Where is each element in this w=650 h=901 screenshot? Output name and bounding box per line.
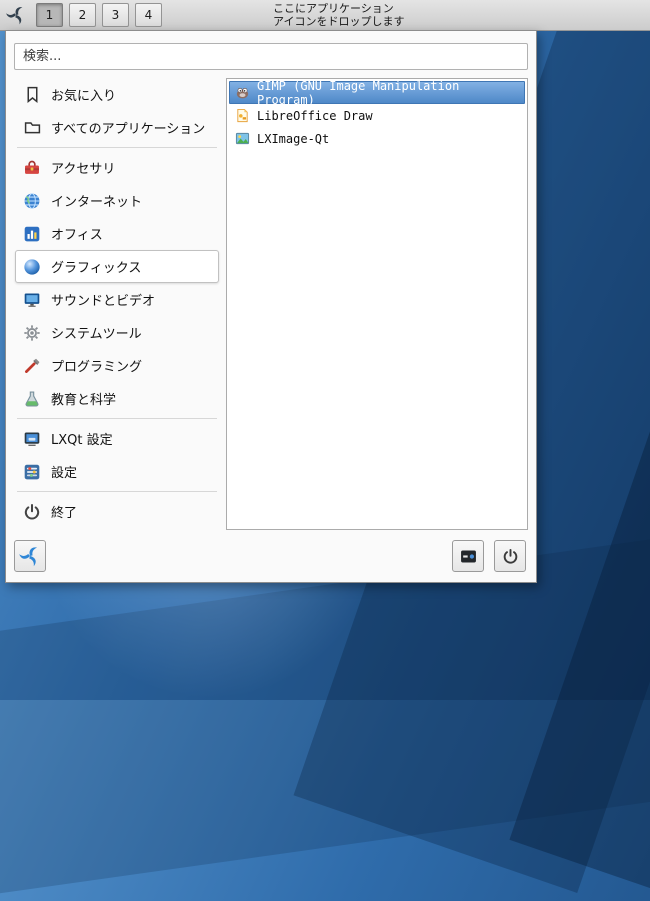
sidebar-item-education-science[interactable]: 教育と科学: [15, 382, 219, 415]
session-buttons: [452, 540, 526, 572]
quicklaunch-drop-hint[interactable]: ここにアプリケーション アイコンをドロップします: [273, 2, 404, 28]
drop-hint-line2: アイコンをドロップします: [273, 15, 405, 28]
app-item-gimp[interactable]: GIMP (GNU Image Manipulation Program): [229, 78, 525, 107]
sidebar-item-label: プログラミング: [51, 360, 143, 375]
sidebar-item-all-applications[interactable]: すべてのアプリケーション: [15, 111, 219, 144]
sidebar-item-label: インターネット: [51, 195, 143, 210]
globe-icon: [22, 191, 42, 211]
sidebar-item-internet[interactable]: インターネット: [15, 184, 219, 217]
app-item-label: LXImage-Qt: [257, 131, 330, 146]
lxqt-menu-button[interactable]: [3, 2, 29, 28]
sidebar-item-label: すべてのアプリケーション: [51, 122, 206, 137]
sidebar-item-settings[interactable]: 設定: [15, 455, 219, 488]
sidebar-item-label: システムツール: [51, 327, 142, 342]
sidebar-item-label: 終了: [51, 506, 78, 521]
menu-footer: [14, 538, 528, 574]
toolbox-icon: [22, 158, 42, 178]
workspace-button-4[interactable]: 4: [135, 3, 162, 27]
lximage-icon: [234, 131, 250, 147]
workspace-button-1[interactable]: 1: [36, 3, 63, 27]
app-item-label: LibreOffice Draw: [257, 108, 373, 123]
application-list: GIMP (GNU Image Manipulation Program) Li…: [226, 78, 528, 530]
power-button[interactable]: [494, 540, 526, 572]
sidebar-separator: [17, 491, 217, 492]
lxqt-logo-icon: [6, 7, 23, 25]
settings-icon: [22, 462, 42, 482]
top-panel: 1 2 3 4 ここにアプリケーション アイコンをドロップします: [0, 0, 650, 31]
power-icon: [22, 502, 42, 522]
workspace-button-3[interactable]: 3: [102, 3, 129, 27]
sidebar-item-system-tools[interactable]: システムツール: [15, 316, 219, 349]
app-item-label: GIMP (GNU Image Manipulation Program): [257, 78, 460, 107]
sidebar-item-label: LXQt 設定: [51, 433, 113, 448]
drop-hint-line1: ここにアプリケーション: [273, 2, 394, 15]
sidebar-item-label: オフィス: [51, 228, 103, 243]
tools-icon: [22, 356, 42, 376]
sidebar-item-label: お気に入り: [51, 89, 117, 104]
sidebar-item-accessories[interactable]: アクセサリ: [15, 151, 219, 184]
workspace-button-2[interactable]: 2: [69, 3, 96, 27]
gear-icon: [22, 323, 42, 343]
category-sidebar: お気に入り すべてのアプリケーション アクセサリ インターネット オフィス グラ…: [14, 78, 226, 530]
sidebar-item-label: アクセサリ: [51, 162, 116, 177]
power-icon: [503, 548, 517, 564]
graphics-sphere-icon: [22, 257, 42, 277]
sidebar-item-sound-video[interactable]: サウンドとビデオ: [15, 283, 219, 316]
sidebar-item-lxqt-settings[interactable]: LXQt 設定: [15, 422, 219, 455]
app-menu-window: お気に入り すべてのアプリケーション アクセサリ: [5, 30, 537, 583]
lxqt-settings-icon: [22, 429, 42, 449]
sidebar-item-office[interactable]: オフィス: [15, 217, 219, 250]
gimp-icon: [234, 85, 250, 101]
sidebar-separator: [17, 147, 217, 148]
multimedia-icon: [22, 290, 42, 310]
menu-body: お気に入り すべてのアプリケーション アクセサリ インターネット オフィス グラ…: [14, 78, 528, 530]
flask-icon: [22, 389, 42, 409]
libreoffice-draw-icon: [234, 108, 250, 124]
sidebar-item-label: グラフィックス: [51, 261, 142, 276]
folder-icon: [22, 118, 42, 138]
search-input[interactable]: [14, 43, 528, 70]
app-item-libreoffice-draw[interactable]: LibreOffice Draw: [229, 104, 525, 127]
sidebar-item-label: サウンドとビデオ: [51, 294, 156, 309]
about-lxqt-button[interactable]: [14, 540, 46, 572]
bookmark-icon: [22, 85, 42, 105]
lxqt-logo-icon: [19, 547, 37, 567]
sidebar-item-label: 設定: [51, 466, 78, 481]
sidebar-item-graphics[interactable]: グラフィックス: [15, 250, 219, 283]
lock-screen-button[interactable]: [452, 540, 484, 572]
lock-screen-icon: [460, 550, 476, 562]
sidebar-item-leave[interactable]: 終了: [15, 495, 219, 528]
sidebar-item-programming[interactable]: プログラミング: [15, 349, 219, 382]
app-item-lximage-qt[interactable]: LXImage-Qt: [229, 127, 525, 150]
sidebar-separator: [17, 418, 217, 419]
desktop: { "colors": { "selection_blue": "#4e88c8…: [0, 0, 650, 901]
sidebar-item-favorites[interactable]: お気に入り: [15, 78, 219, 111]
sidebar-item-label: 教育と科学: [51, 393, 117, 408]
office-icon: [22, 224, 42, 244]
